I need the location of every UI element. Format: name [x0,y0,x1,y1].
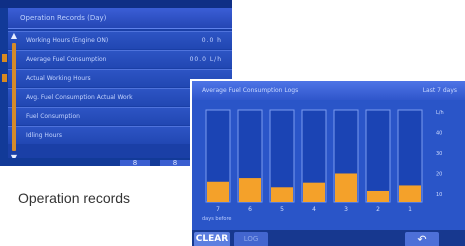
footer-button[interactable]: 8 [120,160,150,166]
bar-chart: 7 6 5 4 3 2 1 L/h 40 30 20 10 days before [192,100,465,230]
footer-button[interactable]: 8 [160,160,190,166]
figure-caption: Operation records [18,190,131,206]
screen-title: Operation Records (Day) [8,8,232,29]
left-tab-strip [0,8,8,166]
bar-7 [207,181,229,202]
y-tick-label: 40 [436,130,442,136]
y-tick-label: 20 [436,171,442,177]
x-tick-label: 1 [408,206,412,213]
x-tick-label: 4 [312,206,316,213]
row-value: 0.0 h [201,37,222,44]
x-tick-label: 2 [376,206,380,213]
y-tick-label: 30 [436,151,442,157]
fuel-consumption-screen: Average Fuel Consumption Logs Last 7 day… [190,79,465,246]
row-label: Fuel Consumption [26,113,80,120]
bar-4 [303,182,325,202]
scroll-up-icon[interactable]: ▲ [9,31,19,41]
bar-1 [399,185,421,202]
chart-canvas: 7 6 5 4 3 2 1 L/h 40 30 20 10 [205,109,444,213]
row-label: Average Fuel Consumption [26,56,107,63]
row-label: Actual Working Hours [26,75,91,82]
x-axis-label: days before [202,216,232,222]
row-label: Idling Hours [26,132,63,139]
log-button[interactable]: LOG [234,232,268,246]
row-label: Avg. Fuel Consumption Actual Work [26,94,133,101]
bar-3 [335,173,357,202]
list-item[interactable]: Average Fuel Consumption 00.0 L/h [8,50,232,68]
x-tick-label: 3 [344,206,348,213]
tab-marker[interactable] [2,74,7,82]
clear-button[interactable]: CLEAR [194,232,230,246]
top-strip [0,0,232,8]
bar-2 [367,190,389,202]
row-value: 00.0 L/h [189,56,222,63]
scroll-track[interactable] [12,43,16,151]
bar-5 [271,187,293,202]
x-tick-label: 7 [216,206,220,213]
x-tick-label: 5 [280,206,284,213]
scrollbar[interactable]: ▲ ▼ [9,31,19,163]
list-item[interactable]: Working Hours (Engine ON) 0.0 h [8,31,232,49]
period-label: Last 7 days [422,87,457,94]
x-tick-label: 6 [248,206,252,213]
row-label: Working Hours (Engine ON) [26,37,109,44]
y-tick-label: L/h [436,110,444,116]
bar-6 [239,178,261,202]
composite-figure: Operation Records (Day) Working Hours (E… [0,0,465,246]
tab-marker[interactable] [2,54,7,62]
y-tick-label: 10 [436,192,442,198]
return-arrow-icon[interactable]: ↶ [405,232,439,246]
bar-track [365,109,391,203]
